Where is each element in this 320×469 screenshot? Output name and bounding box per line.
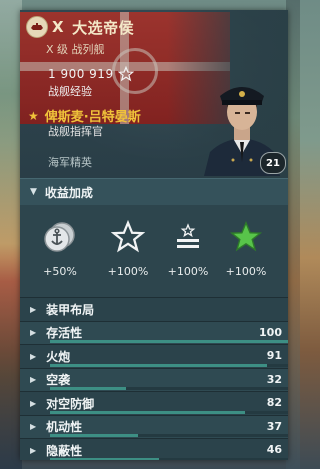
bonus-value: +100% bbox=[107, 265, 149, 278]
commander-role: 战舰指挥官 bbox=[48, 125, 103, 138]
stat-label: 机动性 bbox=[46, 420, 83, 435]
stat-bar bbox=[50, 340, 288, 343]
experience-label: 战舰经验 bbox=[48, 85, 92, 98]
commander-skill-points-badge: 21 bbox=[260, 152, 286, 174]
stat-row[interactable]: ▶ 火炮 91 bbox=[20, 344, 288, 368]
stat-label: 火炮 bbox=[46, 349, 71, 364]
ship-tier: X bbox=[52, 18, 65, 36]
expand-triangle-icon: ▶ bbox=[30, 422, 37, 432]
ship-class-label: X 级 战列舰 bbox=[46, 43, 105, 56]
stat-row[interactable]: ▶ 隐蔽性 46 bbox=[20, 438, 288, 460]
stat-value: 91 bbox=[266, 349, 282, 362]
bonus-section-header[interactable]: ▼ 收益加成 bbox=[20, 178, 288, 205]
anchor-coin-icon bbox=[32, 219, 88, 255]
bonus-item[interactable]: +100% bbox=[218, 219, 274, 278]
stat-row[interactable]: ▶ 空袭 32 bbox=[20, 367, 288, 391]
expand-triangle-icon: ▶ bbox=[30, 398, 37, 408]
bonus-item[interactable]: +100% bbox=[100, 219, 156, 278]
stat-value: 82 bbox=[266, 396, 282, 409]
bonus-list: +50% +100% +100% +100% bbox=[20, 205, 288, 297]
stat-label: 存活性 bbox=[46, 326, 83, 341]
ship-stats-list: ▶ 装甲布局 ▶ 存活性 100 ▶ 火炮 91 ▶ 空袭 32 ▶ 对空防御 … bbox=[20, 297, 288, 460]
stat-bar bbox=[50, 363, 267, 367]
stat-label: 对空防御 bbox=[46, 396, 95, 411]
stat-value: 37 bbox=[266, 419, 282, 433]
stat-label: 装甲布局 bbox=[46, 302, 95, 317]
bonus-value: +100% bbox=[225, 265, 267, 278]
stat-label: 空袭 bbox=[46, 373, 71, 388]
stat-bar bbox=[50, 410, 245, 414]
bonus-value: +100% bbox=[167, 265, 209, 278]
background-right-strip bbox=[286, 0, 300, 469]
stat-bar bbox=[50, 434, 138, 437]
stat-value: 100 bbox=[259, 325, 282, 339]
stat-row[interactable]: ▶ 机动性 37 bbox=[20, 414, 288, 438]
ship-header: X 大选帝侯 X 级 战列舰 1 900 919 战舰经验 ★ 俾斯麦·吕特晏斯… bbox=[20, 10, 288, 178]
bonus-section-title: 收益加成 bbox=[44, 185, 93, 200]
stat-bar bbox=[50, 387, 126, 390]
star-bars-icon bbox=[160, 219, 216, 255]
star-outline-icon bbox=[100, 219, 156, 255]
background-left-strip bbox=[0, 0, 22, 469]
collapse-triangle-icon: ▼ bbox=[30, 187, 37, 197]
ship-title-row: X 大选帝侯 bbox=[26, 16, 135, 38]
commander-star-icon: ★ bbox=[28, 108, 39, 123]
ship-type-icon bbox=[26, 16, 48, 38]
bonus-item[interactable]: +50% bbox=[32, 219, 88, 278]
expand-triangle-icon: ▶ bbox=[30, 304, 37, 314]
xp-star-icon bbox=[117, 66, 134, 82]
stat-bar bbox=[50, 457, 159, 460]
expand-triangle-icon: ▶ bbox=[30, 328, 37, 338]
ship-name: 大选帝侯 bbox=[72, 18, 135, 37]
green-star-icon bbox=[218, 219, 274, 255]
stat-row-armor[interactable]: ▶ 装甲布局 bbox=[20, 297, 288, 321]
stat-value: 46 bbox=[266, 443, 282, 456]
experience-value: 1 900 919 bbox=[48, 67, 114, 81]
elite-commander-label: 海军精英 bbox=[48, 156, 92, 169]
experience-row: 1 900 919 bbox=[48, 66, 134, 82]
expand-triangle-icon: ▶ bbox=[30, 375, 37, 385]
bonus-item[interactable]: +100% bbox=[160, 219, 216, 278]
expand-triangle-icon: ▶ bbox=[30, 445, 37, 455]
stat-value: 32 bbox=[266, 372, 282, 386]
stat-row[interactable]: ▶ 对空防御 82 bbox=[20, 391, 288, 415]
stat-row[interactable]: ▶ 存活性 100 bbox=[20, 320, 288, 344]
bonus-value: +50% bbox=[43, 265, 77, 278]
expand-triangle-icon: ▶ bbox=[30, 351, 37, 361]
ship-info-panel: X 大选帝侯 X 级 战列舰 1 900 919 战舰经验 ★ 俾斯麦·吕特晏斯… bbox=[20, 10, 288, 460]
stat-label: 隐蔽性 bbox=[46, 443, 83, 458]
